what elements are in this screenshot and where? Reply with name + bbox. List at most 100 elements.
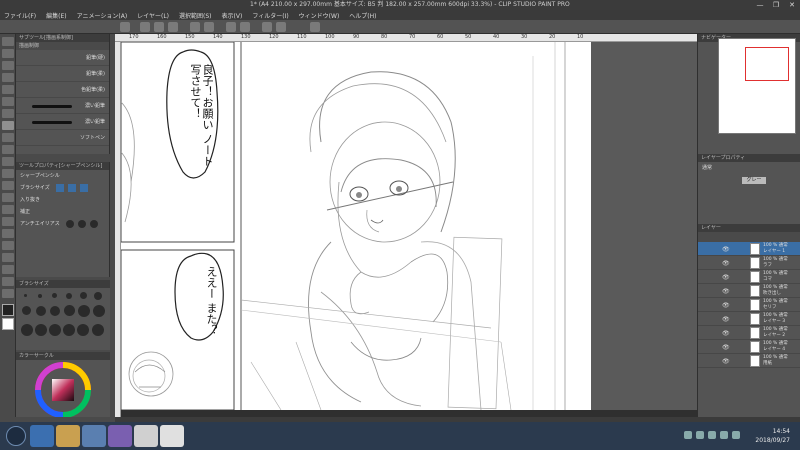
view-frame[interactable] <box>745 47 789 81</box>
brush-size-preset[interactable] <box>49 324 61 336</box>
brush-size-preset[interactable] <box>36 306 46 316</box>
brush-tool-icon[interactable] <box>2 145 14 154</box>
visual-studio-icon[interactable] <box>108 425 132 447</box>
menu-file[interactable]: ファイル(F) <box>4 11 36 20</box>
deselect-icon[interactable] <box>276 22 286 32</box>
navigator-preview[interactable] <box>718 38 796 134</box>
operation-tool-icon[interactable] <box>2 61 14 70</box>
property-stabilization[interactable]: 補正 <box>16 206 109 218</box>
antialias-low-icon[interactable] <box>78 220 86 228</box>
decoration-tool-icon[interactable] <box>2 169 14 178</box>
tray-icon[interactable] <box>684 431 692 439</box>
main-color-swatch[interactable] <box>2 304 14 316</box>
subtool-item[interactable]: 濃い鉛筆 <box>16 98 109 114</box>
minimize-button[interactable]: — <box>754 1 766 9</box>
file-explorer-icon[interactable] <box>56 425 80 447</box>
airbrush-tool-icon[interactable] <box>2 157 14 166</box>
maximize-button[interactable]: ❐ <box>770 1 782 9</box>
brush-size-preset[interactable] <box>93 305 105 317</box>
figure-tool-icon[interactable] <box>2 229 14 238</box>
menu-layer[interactable]: レイヤー(L) <box>137 11 169 20</box>
layer-blend-mode[interactable]: 通常 <box>698 162 800 174</box>
brush-size-preset[interactable] <box>78 305 90 317</box>
menu-animation[interactable]: アニメーション(A) <box>77 11 128 20</box>
blend-mode-icon[interactable] <box>80 184 88 192</box>
blend-tool-icon[interactable] <box>2 193 14 202</box>
layer-row[interactable]: 👁 100 % 通常 レイヤー 1 <box>698 242 800 256</box>
eye-icon[interactable]: 👁 <box>722 330 730 337</box>
clip-studio-icon[interactable] <box>120 22 130 32</box>
tray-icon[interactable] <box>732 431 740 439</box>
clip-studio-taskbar-icon[interactable] <box>160 425 184 447</box>
fill-tool-icon[interactable] <box>2 205 14 214</box>
eye-icon[interactable]: 👁 <box>722 344 730 351</box>
zoom-tool-icon[interactable] <box>2 37 14 46</box>
pencil-tool-icon[interactable] <box>2 133 14 142</box>
clear-icon[interactable] <box>226 22 236 32</box>
menu-edit[interactable]: 編集(E) <box>46 11 66 20</box>
layer-row[interactable]: 👁 100 % 通常 用紙 <box>698 354 800 368</box>
eye-icon[interactable]: 👁 <box>722 302 730 309</box>
antialias-none-icon[interactable] <box>66 220 74 228</box>
brush-size-preset[interactable] <box>52 293 57 298</box>
color-wheel[interactable] <box>16 360 110 418</box>
gradient-tool-icon[interactable] <box>2 217 14 226</box>
brush-size-preset[interactable] <box>77 324 89 336</box>
subtool-tab[interactable]: 描画制御 <box>16 42 109 50</box>
brush-size-preset[interactable] <box>64 305 75 316</box>
clock[interactable]: 14:54 2018/09/27 <box>755 427 790 445</box>
eye-icon[interactable]: 👁 <box>722 316 730 323</box>
ruler-tool-icon[interactable] <box>2 253 14 262</box>
save-icon[interactable] <box>168 22 178 32</box>
frame-tool-icon[interactable] <box>2 241 14 250</box>
brush-size-preset[interactable] <box>80 292 87 299</box>
eye-icon[interactable]: 👁 <box>722 260 730 267</box>
eyedropper-tool-icon[interactable] <box>2 109 14 118</box>
subtool-item[interactable]: 濃い鉛筆 <box>16 114 109 130</box>
balloon-tool-icon[interactable] <box>2 277 14 286</box>
fill-icon[interactable] <box>240 22 250 32</box>
subtool-item[interactable]: 色鉛筆(柔) <box>16 82 109 98</box>
brush-size-preset[interactable] <box>66 293 72 299</box>
brush-size-preset[interactable] <box>22 306 31 315</box>
menu-filter[interactable]: フィルター(I) <box>252 11 288 20</box>
canvas-area[interactable]: 170 160 150 140 130 120 110 100 90 80 70… <box>115 34 697 417</box>
property-pressure[interactable]: 入り抜き <box>16 194 109 206</box>
brush-size-preset[interactable] <box>50 306 60 316</box>
tray-icon[interactable] <box>720 431 728 439</box>
auto-select-tool-icon[interactable] <box>2 97 14 106</box>
subtool-item[interactable]: 鉛筆(硬) <box>16 50 109 66</box>
internet-explorer-icon[interactable] <box>30 425 54 447</box>
property-antialias[interactable]: アンチエイリアス <box>16 218 109 230</box>
tray-icon[interactable] <box>696 431 704 439</box>
new-file-icon[interactable] <box>140 22 150 32</box>
eye-icon[interactable]: 👁 <box>722 358 730 365</box>
redo-icon[interactable] <box>204 22 214 32</box>
correct-line-tool-icon[interactable] <box>2 289 14 298</box>
blend-mode-icon[interactable] <box>56 184 64 192</box>
eye-icon[interactable]: 👁 <box>722 246 730 253</box>
sub-color-swatch[interactable] <box>2 318 14 330</box>
layer-row[interactable]: 👁 100 % 通常 レイヤー 4 <box>698 340 800 354</box>
transform-icon[interactable] <box>262 22 272 32</box>
layer-row[interactable]: 👁 100 % 通常 レイヤー 3 <box>698 312 800 326</box>
antialias-high-icon[interactable] <box>90 220 98 228</box>
brush-size-preset[interactable] <box>94 292 102 300</box>
property-brush-size[interactable]: ブラシサイズ <box>16 182 109 194</box>
brush-size-preset[interactable] <box>21 324 33 336</box>
subtool-item[interactable]: 鉛筆(柔) <box>16 66 109 82</box>
brush-size-preset[interactable] <box>24 294 27 297</box>
brush-size-preset[interactable] <box>35 324 47 336</box>
open-file-icon[interactable] <box>154 22 164 32</box>
layer-row[interactable]: 👁 100 % 通常 コマ <box>698 270 800 284</box>
menu-window[interactable]: ウィンドウ(W) <box>299 11 340 20</box>
text-tool-icon[interactable] <box>2 265 14 274</box>
move-layer-tool-icon[interactable] <box>2 73 14 82</box>
horizontal-scrollbar[interactable] <box>121 410 697 417</box>
snap-icon[interactable] <box>310 22 320 32</box>
eye-icon[interactable]: 👁 <box>722 274 730 281</box>
windows-start-icon[interactable] <box>6 426 26 446</box>
menu-selection[interactable]: 選択範囲(S) <box>179 11 212 20</box>
layer-color[interactable]: グレー <box>698 174 800 186</box>
pen-tool-icon[interactable] <box>2 121 14 130</box>
